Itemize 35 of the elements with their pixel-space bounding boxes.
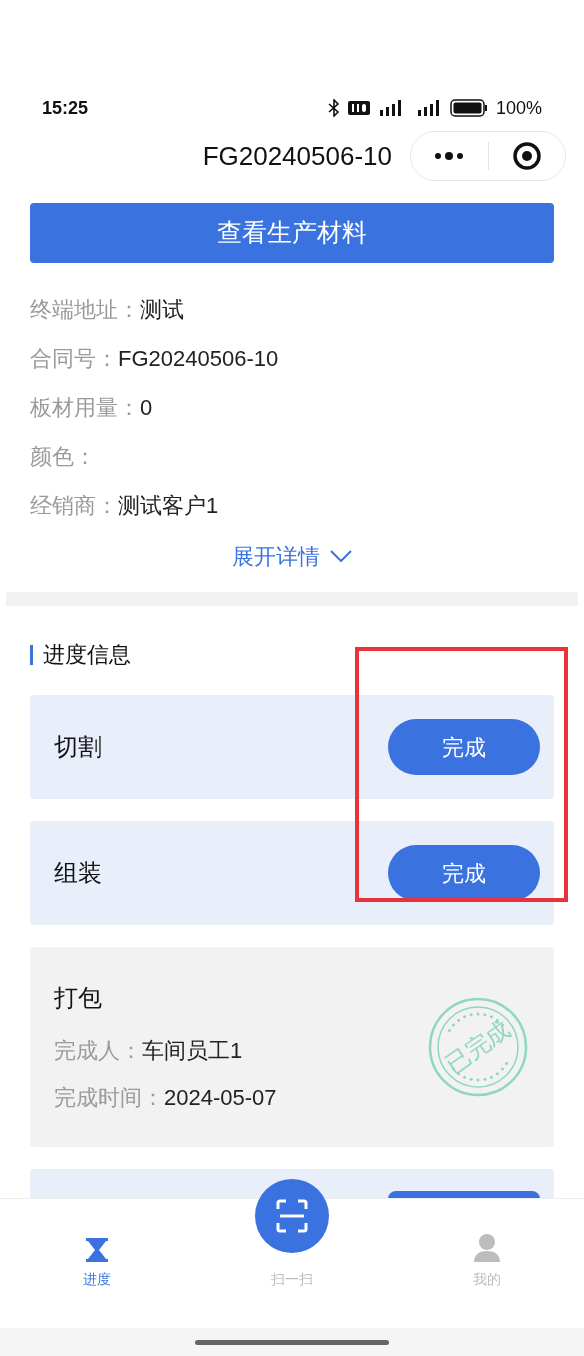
tab-item[interactable]: 进度 [0, 1237, 195, 1290]
detail-value: 2024-05-07 [164, 1084, 277, 1112]
detail-label: 完成时间： [54, 1084, 164, 1112]
info-label: 经销商： [30, 492, 118, 520]
scan-icon [255, 1179, 329, 1253]
info-label: 板材用量： [30, 394, 140, 422]
info-label: 合同号： [30, 345, 118, 373]
complete-button[interactable]: 完成 [388, 845, 540, 901]
info-label: 终端地址： [30, 296, 140, 324]
info-value: 0 [140, 394, 153, 422]
info-label: 颜色： [30, 443, 96, 471]
info-value: 测试 [140, 296, 184, 324]
chevron-down-icon [330, 550, 352, 562]
battery-icon [449, 99, 488, 117]
info-value: FG20240506-10 [118, 345, 279, 373]
complete-button[interactable]: 完成 [388, 719, 540, 775]
status-time: 15:25 [42, 96, 89, 120]
section-title: 进度信息 [43, 641, 131, 669]
bluetooth-icon [327, 99, 340, 117]
step-name: 打包 [54, 983, 103, 1013]
section-marker [30, 644, 33, 665]
detail-label: 完成人： [54, 1037, 142, 1065]
expand-details-link[interactable]: 展开详情 [232, 539, 352, 573]
step-name: 组装 [54, 858, 102, 888]
step-name: 切割 [54, 732, 102, 762]
hd-icon [347, 101, 370, 115]
user-icon [472, 1233, 501, 1263]
hourglass-icon [84, 1237, 111, 1263]
view-materials-button[interactable]: 查看生产材料 [30, 203, 554, 263]
completed-stamp: 已完成 [426, 995, 530, 1099]
battery-percent: 100% [495, 96, 542, 120]
signal-icon [377, 100, 404, 116]
detail-value: 车间员工1 [142, 1037, 243, 1065]
page-title: FG20240506-10 [202, 139, 392, 173]
info-value: 测试客户1 [118, 492, 219, 520]
